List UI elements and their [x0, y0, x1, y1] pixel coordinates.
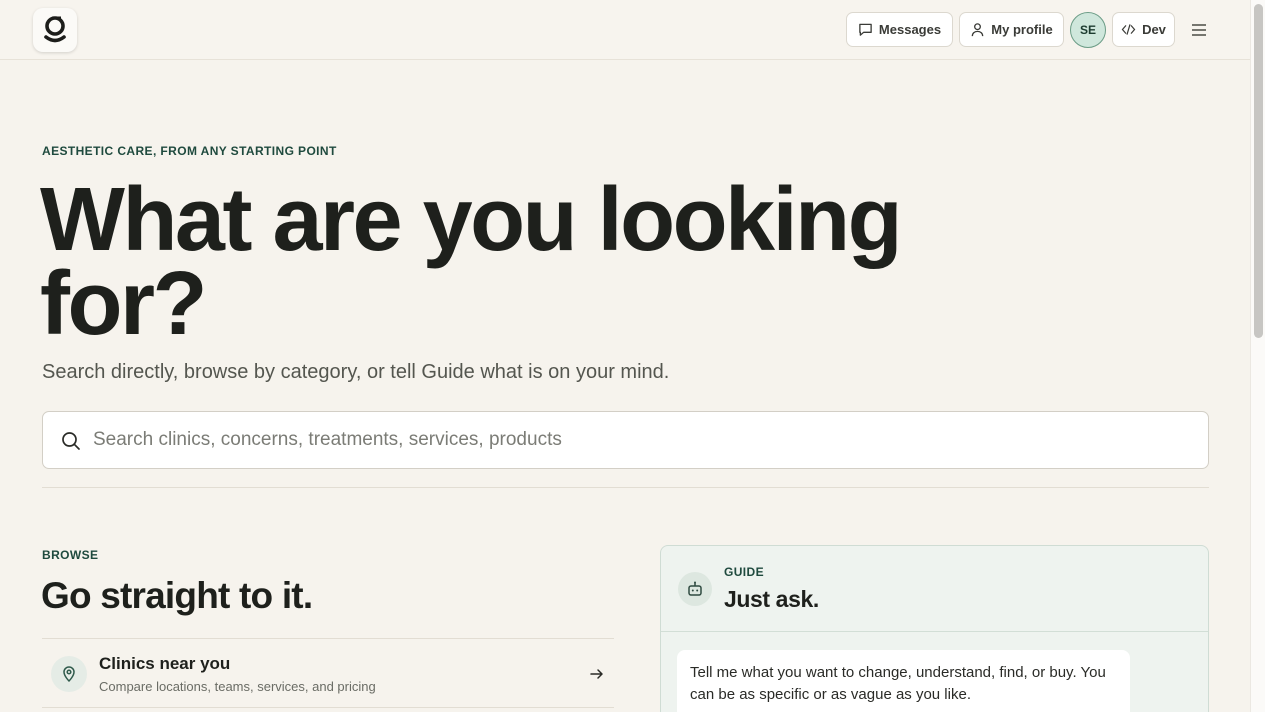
user-icon	[971, 23, 984, 37]
search-input[interactable]	[93, 412, 1193, 468]
message-icon	[859, 23, 872, 36]
guide-message: Tell me what you want to change, underst…	[677, 650, 1130, 712]
messages-label: Messages	[878, 22, 942, 37]
guide-eyebrow: GUIDE	[724, 565, 765, 579]
search-bar	[42, 411, 1209, 469]
dev-button[interactable]: Dev	[1112, 12, 1175, 47]
avatar[interactable]: SE	[1070, 12, 1106, 48]
browse-title: Go straight to it.	[41, 575, 313, 616]
scrollbar[interactable]	[1250, 0, 1265, 712]
hero-eyebrow: AESTHETIC CARE, FROM ANY STARTING POINT	[42, 144, 337, 158]
avatar-initials: SE	[1079, 23, 1096, 37]
scrollbar-thumb[interactable]	[1254, 4, 1263, 338]
page-title: What are you looking for?	[40, 170, 903, 354]
guide-header: GUIDE Just ask.	[661, 546, 1208, 632]
arrow-right-icon	[590, 669, 603, 679]
guide-title: Just ask.	[724, 586, 819, 612]
browse-item-clinics[interactable]: Clinics near you Compare locations, team…	[42, 638, 614, 708]
hero-subtitle: Search directly, browse by category, or …	[42, 361, 670, 383]
section-divider	[42, 487, 1209, 488]
logo-mark-icon	[44, 16, 66, 43]
search-icon	[62, 432, 80, 450]
logo[interactable]	[33, 8, 77, 52]
my-profile-button[interactable]: My profile	[959, 12, 1064, 47]
browse-item-title: Clinics near you	[99, 654, 231, 673]
my-profile-label: My profile	[991, 22, 1053, 37]
browse-item-description: Compare locations, teams, services, and …	[99, 679, 376, 694]
dev-label: Dev	[1142, 22, 1166, 37]
guide-card: GUIDE Just ask. Tell me what you want to…	[660, 545, 1209, 712]
top-nav-bar: Messages My profile SE Dev	[0, 0, 1250, 60]
map-pin-icon	[51, 656, 87, 692]
messages-button[interactable]: Messages	[846, 12, 953, 47]
hamburger-menu-icon[interactable]	[1190, 21, 1208, 39]
browse-eyebrow: BROWSE	[42, 548, 99, 562]
robot-icon	[678, 572, 712, 606]
code-icon	[1121, 24, 1136, 35]
